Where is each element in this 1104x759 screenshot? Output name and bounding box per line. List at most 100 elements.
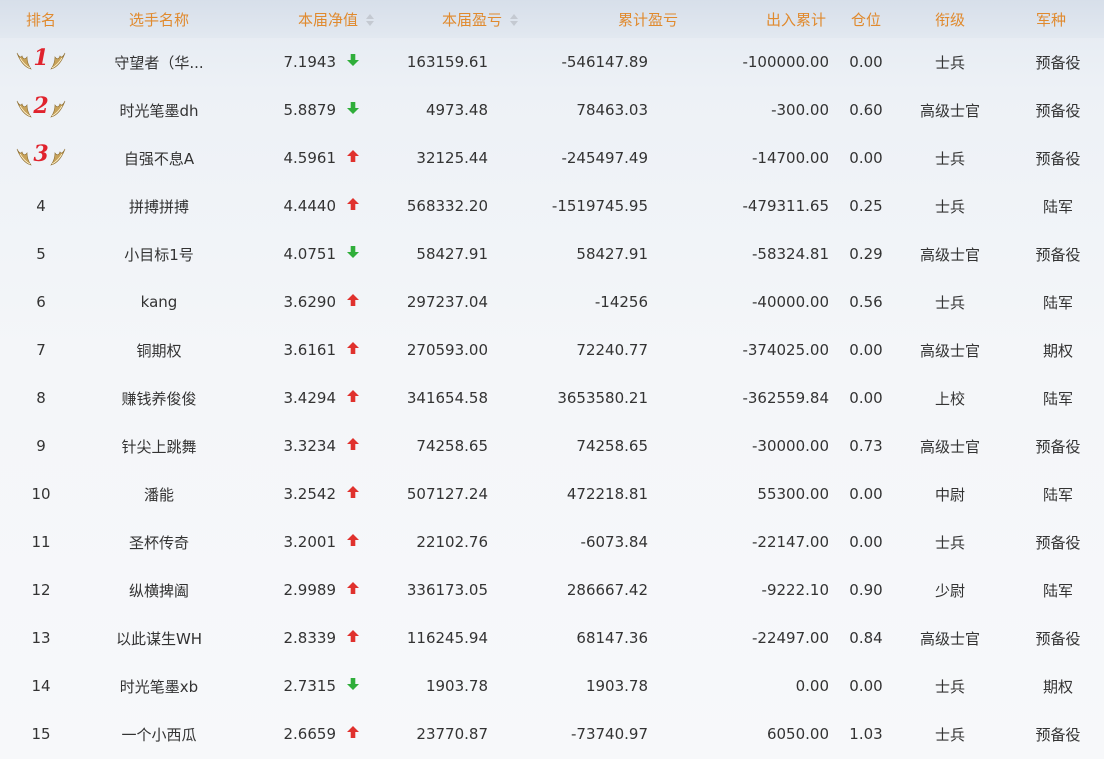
- cum-pnl-value: 3653580.21: [557, 389, 648, 407]
- table-row[interactable]: 1 守望者（华... 7.1943 163159.61 -546147.89 -…: [0, 38, 1104, 86]
- rank-cell: 8: [0, 374, 82, 422]
- cum-pnl-value: 74258.65: [576, 437, 648, 455]
- arrow-down-icon: [346, 101, 360, 119]
- sort-icon[interactable]: [366, 14, 374, 26]
- nav-cell: 2.6659: [236, 710, 380, 758]
- title-value: 高级士官: [919, 629, 980, 648]
- cum-pnl-value: 68147.36: [576, 629, 648, 647]
- table-row[interactable]: 6 kang 3.6290 297237.04 -14256 -40000.00…: [0, 278, 1104, 326]
- ranking-board: 排名 选手名称 本届净值 本届盈亏 累计盈亏 出入累计 仓位 衔级 军种 1 守…: [0, 0, 1104, 759]
- flow-value: -58324.81: [752, 245, 829, 263]
- branch-value: 陆军: [1042, 485, 1073, 504]
- flow-value: 6050.00: [766, 725, 829, 743]
- nav-wrap: 2.8339: [284, 629, 361, 647]
- position-value: 0.29: [849, 245, 883, 263]
- table-row[interactable]: 11 圣杯传奇 3.2001 22102.76 -6073.84 -22147.…: [0, 518, 1104, 566]
- player-name[interactable]: 针尖上跳舞: [82, 422, 236, 470]
- pnl-value: 297237.04: [406, 293, 488, 311]
- nav-wrap: 3.4294: [284, 389, 361, 407]
- player-name[interactable]: 一个小西瓜: [82, 710, 236, 758]
- column-header-label: 仓位: [850, 10, 881, 29]
- table-row[interactable]: 13 以此谋生WH 2.8339 116245.94 68147.36 -224…: [0, 614, 1104, 662]
- column-header-nav[interactable]: 本届净值: [236, 0, 380, 38]
- rank-cell: 10: [0, 470, 82, 518]
- nav-value: 2.6659: [283, 725, 337, 743]
- player-name[interactable]: 纵横捭阖: [82, 566, 236, 614]
- player-name[interactable]: 赚钱养俊俊: [82, 374, 236, 422]
- rank-cell: 6: [0, 278, 82, 326]
- arrow-up-icon: [346, 389, 360, 407]
- flow-value: 0.00: [795, 677, 829, 695]
- flow-value: -22147.00: [752, 533, 829, 551]
- title-value: 士兵: [934, 53, 965, 72]
- position-value: 0.00: [849, 389, 883, 407]
- arrow-up-icon: [346, 629, 360, 647]
- branch-value: 期权: [1042, 341, 1073, 360]
- rank-number: 5: [36, 245, 46, 263]
- position-value: 0.00: [849, 53, 883, 71]
- pnl-value: 4973.48: [425, 101, 488, 119]
- player-name[interactable]: 潘能: [82, 470, 236, 518]
- player-name[interactable]: 拼搏拼搏: [82, 182, 236, 230]
- table-row[interactable]: 3 自强不息A 4.5961 32125.44 -245497.49 -1470…: [0, 134, 1104, 182]
- position-value: 0.00: [849, 149, 883, 167]
- nav-value: 4.0751: [283, 245, 337, 263]
- rank-cell: 13: [0, 614, 82, 662]
- table-row[interactable]: 14 时光笔墨xb 2.7315 1903.78 1903.78 0.00 0.…: [0, 662, 1104, 710]
- table-row[interactable]: 15 一个小西瓜 2.6659 23770.87 -73740.97 6050.…: [0, 710, 1104, 758]
- arrow-up-icon: [346, 725, 360, 743]
- branch-value: 预备役: [1035, 629, 1081, 648]
- flow-value: -40000.00: [752, 293, 829, 311]
- table-row[interactable]: 8 赚钱养俊俊 3.4294 341654.58 3653580.21 -362…: [0, 374, 1104, 422]
- player-name[interactable]: 时光笔墨xb: [82, 662, 236, 710]
- nav-wrap: 3.2001: [284, 533, 361, 551]
- column-header-label: 排名: [25, 10, 56, 29]
- column-header-name: 选手名称: [82, 0, 236, 38]
- table-row[interactable]: 4 拼搏拼搏 4.4440 568332.20 -1519745.95 -479…: [0, 182, 1104, 230]
- rank-cell: 4: [0, 182, 82, 230]
- pnl-value: 32125.44: [416, 149, 488, 167]
- nav-cell: 2.8339: [236, 614, 380, 662]
- rank-cell: 11: [0, 518, 82, 566]
- player-name[interactable]: 时光笔墨dh: [82, 86, 236, 134]
- nav-wrap: 3.6161: [284, 341, 361, 359]
- player-name[interactable]: kang: [82, 278, 236, 326]
- rank-number: 8: [36, 389, 46, 407]
- table-row[interactable]: 5 小目标1号 4.0751 58427.91 58427.91 -58324.…: [0, 230, 1104, 278]
- table-row[interactable]: 10 潘能 3.2542 507127.24 472218.81 55300.0…: [0, 470, 1104, 518]
- column-header-rank: 排名: [0, 0, 82, 38]
- column-header-flow: 出入累计: [682, 0, 830, 38]
- player-name[interactable]: 以此谋生WH: [82, 614, 236, 662]
- nav-wrap: 4.4440: [284, 197, 361, 215]
- player-name[interactable]: 自强不息A: [82, 134, 236, 182]
- position-value: 0.00: [849, 533, 883, 551]
- arrow-up-icon: [346, 533, 360, 551]
- player-name[interactable]: 圣杯传奇: [82, 518, 236, 566]
- nav-wrap: 4.5961: [284, 149, 361, 167]
- player-name[interactable]: 铜期权: [82, 326, 236, 374]
- player-name[interactable]: 小目标1号: [82, 230, 236, 278]
- nav-value: 2.8339: [283, 629, 337, 647]
- table-header: 排名 选手名称 本届净值 本届盈亏 累计盈亏 出入累计 仓位 衔级 军种: [0, 0, 1104, 38]
- table-row[interactable]: 9 针尖上跳舞 3.3234 74258.65 74258.65 -30000.…: [0, 422, 1104, 470]
- table-row[interactable]: 12 纵横捭阖 2.9989 336173.05 286667.42 -9222…: [0, 566, 1104, 614]
- flow-value: -22497.00: [752, 629, 829, 647]
- nav-cell: 4.0751: [236, 230, 380, 278]
- cum-pnl-value: -245497.49: [561, 149, 648, 167]
- pnl-value: 116245.94: [406, 629, 488, 647]
- laurel-left-icon: [16, 97, 33, 123]
- cum-pnl-value: 78463.03: [576, 101, 648, 119]
- table-row[interactable]: 2 时光笔墨dh 5.8879 4973.48 78463.03 -300.00…: [0, 86, 1104, 134]
- position-value: 1.03: [849, 725, 883, 743]
- title-value: 士兵: [934, 293, 965, 312]
- column-header-pnl[interactable]: 本届盈亏: [380, 0, 524, 38]
- branch-value: 预备役: [1035, 437, 1081, 456]
- nav-wrap: 3.6290: [284, 293, 361, 311]
- sort-icon[interactable]: [510, 14, 518, 26]
- nav-value: 3.2542: [283, 485, 337, 503]
- table-row[interactable]: 7 铜期权 3.6161 270593.00 72240.77 -374025.…: [0, 326, 1104, 374]
- nav-value: 3.2001: [283, 533, 337, 551]
- player-name[interactable]: 守望者（华...: [82, 38, 236, 86]
- flow-value: -30000.00: [752, 437, 829, 455]
- title-value: 士兵: [934, 149, 965, 168]
